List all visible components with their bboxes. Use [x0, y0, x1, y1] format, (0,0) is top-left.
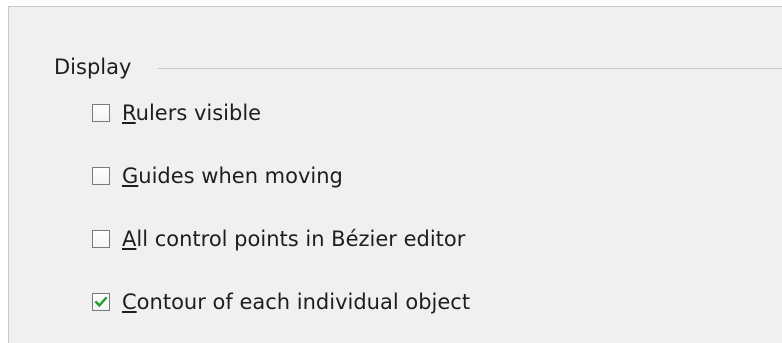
rulers-visible-checkbox[interactable]: Rulers visible	[92, 99, 261, 127]
checkbox-box[interactable]	[92, 104, 110, 122]
options-panel: Display Rulers visible Guides when movin…	[8, 6, 782, 343]
group-separator	[158, 68, 782, 69]
checkbox-box[interactable]	[92, 167, 110, 185]
checkbox-box[interactable]	[92, 293, 110, 311]
rulers-visible-label: Rulers visible	[122, 101, 262, 125]
contour-each-object-checkbox[interactable]: Contour of each individual object	[92, 288, 470, 316]
checkbox-box[interactable]	[92, 230, 110, 248]
guides-when-moving-checkbox[interactable]: Guides when moving	[92, 162, 343, 190]
all-control-points-label: All control points in Bézier editor	[122, 227, 466, 251]
all-control-points-checkbox[interactable]: All control points in Bézier editor	[92, 225, 465, 253]
checkmark-icon	[94, 296, 108, 308]
display-group-title: Display	[54, 55, 132, 79]
contour-each-object-label: Contour of each individual object	[122, 290, 471, 314]
guides-when-moving-label: Guides when moving	[122, 164, 343, 188]
